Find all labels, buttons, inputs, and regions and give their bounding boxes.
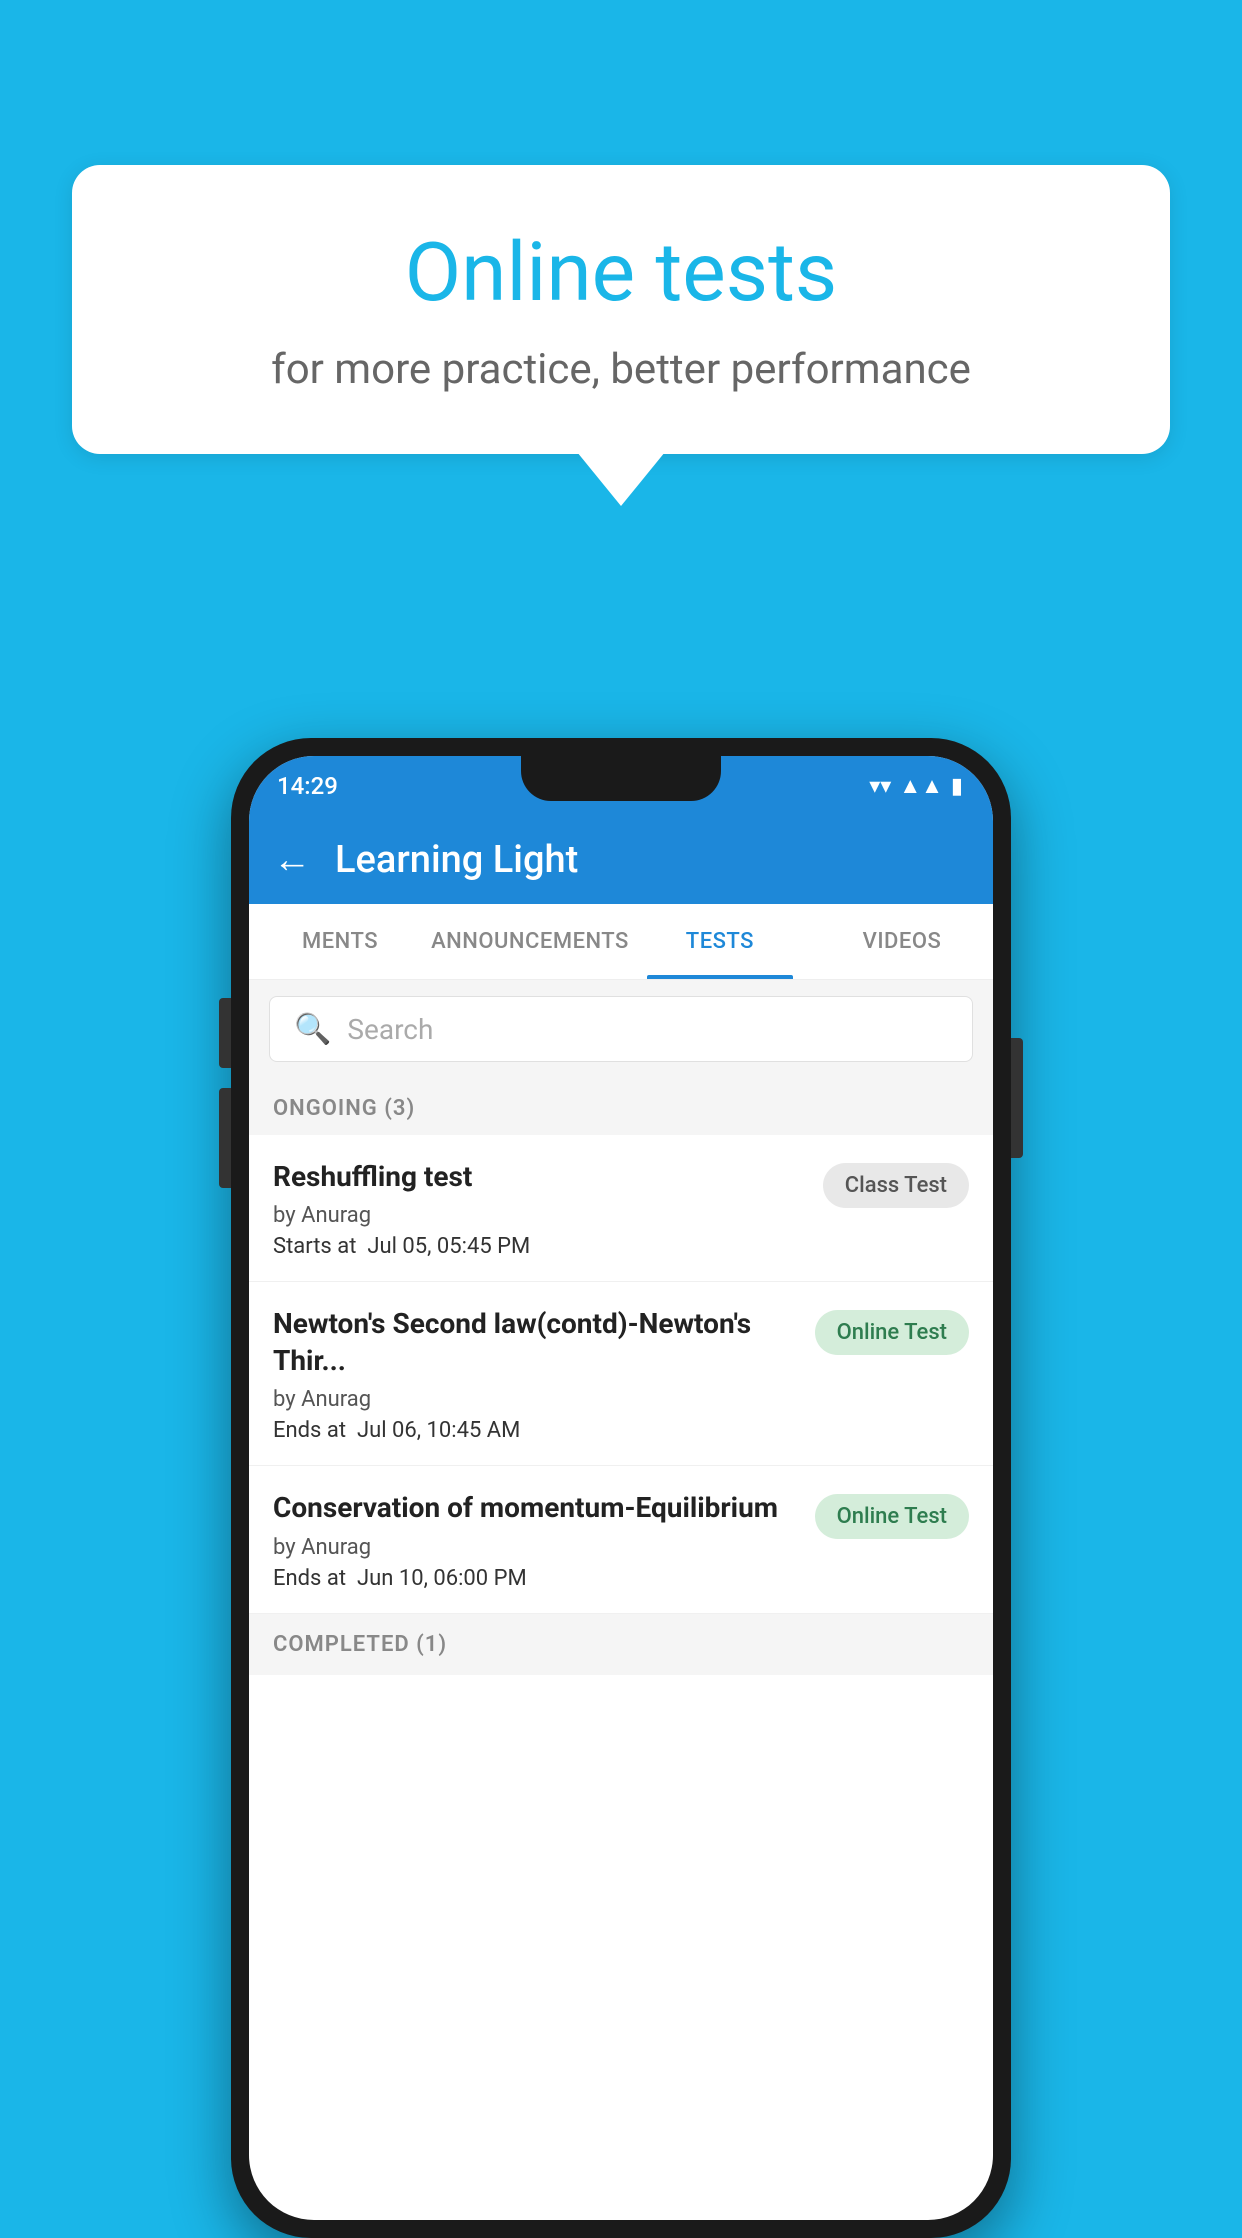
search-icon: 🔍	[294, 1012, 331, 1047]
test-time: Ends at Jul 06, 10:45 AM	[273, 1418, 799, 1443]
test-name: Conservation of momentum-Equilibrium	[273, 1490, 799, 1526]
back-button[interactable]: ←	[273, 838, 311, 882]
test-name: Reshuffling test	[273, 1159, 807, 1195]
test-item[interactable]: Newton's Second law(contd)-Newton's Thir…	[249, 1282, 993, 1466]
tab-videos[interactable]: VIDEOS	[811, 904, 993, 979]
wifi-icon: ▾▾	[869, 774, 891, 799]
phone-screen: 14:29 ▾▾ ▲▲ ▮ ← Learning Light MENTS ANN…	[249, 756, 993, 2220]
battery-icon: ▮	[951, 774, 963, 799]
app-bar: ← Learning Light	[249, 816, 993, 904]
completed-header: COMPLETED (1)	[273, 1632, 447, 1657]
bubble-subtitle: for more practice, better performance	[152, 345, 1090, 394]
search-placeholder: Search	[347, 1013, 433, 1046]
tabs-bar: MENTS ANNOUNCEMENTS TESTS VIDEOS	[249, 904, 993, 980]
completed-section: COMPLETED (1)	[249, 1614, 993, 1675]
badge-online-test: Online Test	[815, 1310, 969, 1355]
test-info: Newton's Second law(contd)-Newton's Thir…	[273, 1306, 815, 1443]
test-info: Conservation of momentum-Equilibrium by …	[273, 1490, 815, 1590]
app-title: Learning Light	[335, 838, 578, 882]
tab-tests[interactable]: TESTS	[629, 904, 811, 979]
test-author: by Anurag	[273, 1387, 799, 1412]
status-icons: ▾▾ ▲▲ ▮	[869, 773, 963, 799]
test-item[interactable]: Reshuffling test by Anurag Starts at Jul…	[249, 1135, 993, 1282]
search-container: 🔍 Search	[249, 980, 993, 1078]
test-author: by Anurag	[273, 1203, 807, 1228]
status-time: 14:29	[277, 772, 338, 800]
tests-list: Reshuffling test by Anurag Starts at Jul…	[249, 1135, 993, 1614]
test-info: Reshuffling test by Anurag Starts at Jul…	[273, 1159, 823, 1259]
search-bar[interactable]: 🔍 Search	[269, 996, 973, 1062]
side-button-power	[1011, 1038, 1023, 1158]
badge-class-test: Class Test	[823, 1163, 969, 1208]
tab-announcements[interactable]: ANNOUNCEMENTS	[431, 904, 629, 979]
test-name: Newton's Second law(contd)-Newton's Thir…	[273, 1306, 799, 1379]
speech-bubble: Online tests for more practice, better p…	[72, 165, 1170, 454]
phone-frame: 14:29 ▾▾ ▲▲ ▮ ← Learning Light MENTS ANN…	[231, 738, 1011, 2238]
ongoing-section-header: ONGOING (3)	[249, 1078, 993, 1135]
tab-ments[interactable]: MENTS	[249, 904, 431, 979]
test-item[interactable]: Conservation of momentum-Equilibrium by …	[249, 1466, 993, 1613]
test-time: Ends at Jun 10, 06:00 PM	[273, 1566, 799, 1591]
test-author: by Anurag	[273, 1535, 799, 1560]
test-time: Starts at Jul 05, 05:45 PM	[273, 1234, 807, 1259]
bubble-title: Online tests	[152, 225, 1090, 321]
signal-icon: ▲▲	[899, 773, 943, 799]
speech-bubble-container: Online tests for more practice, better p…	[72, 165, 1170, 454]
phone-notch	[521, 756, 721, 801]
side-button-volume-up	[219, 998, 231, 1068]
badge-online-test-2: Online Test	[815, 1494, 969, 1539]
side-button-volume-down	[219, 1088, 231, 1188]
